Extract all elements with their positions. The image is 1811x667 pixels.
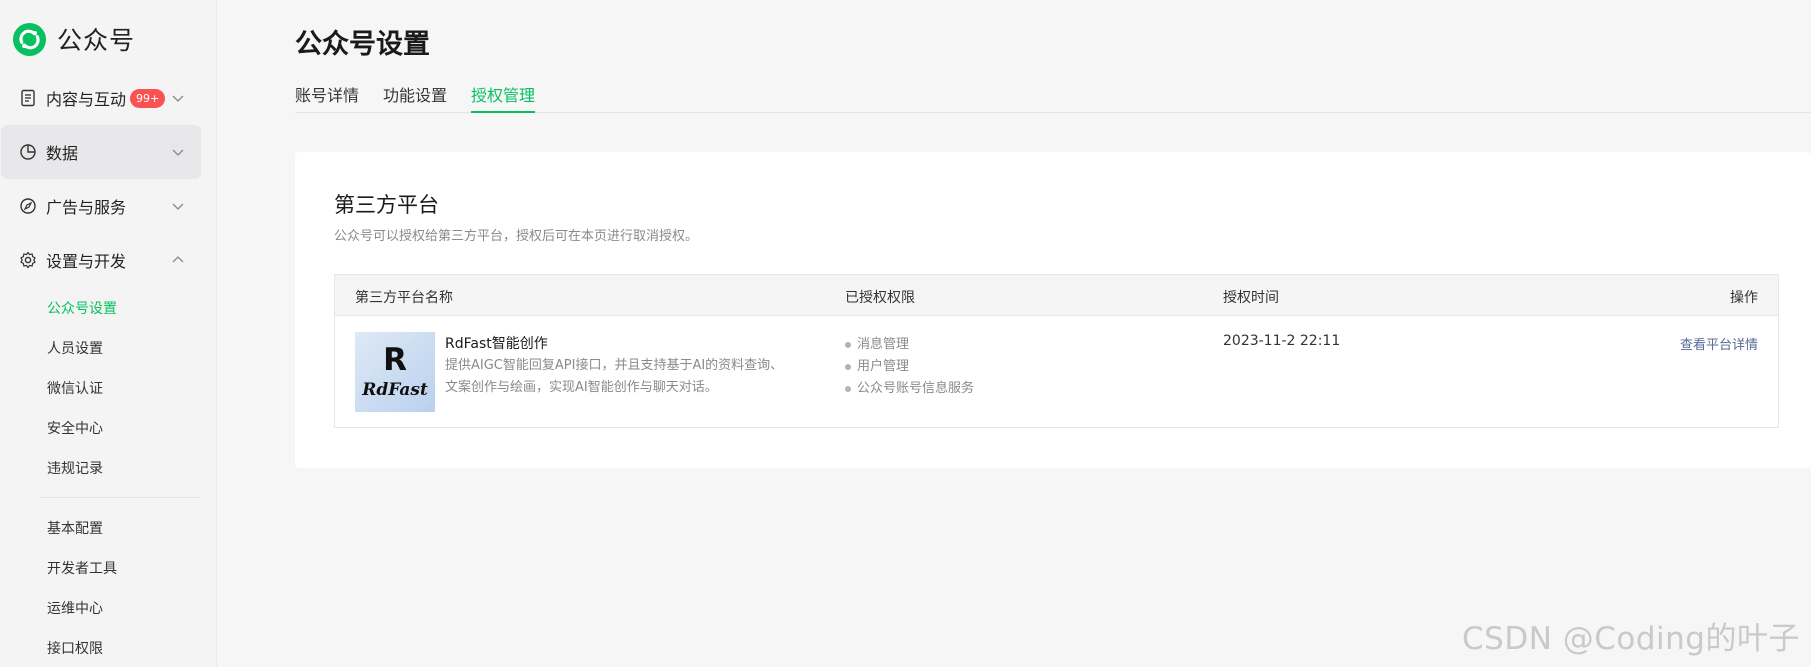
permission-label: 消息管理 bbox=[857, 337, 910, 352]
permission-item: 公众号账号信息服务 bbox=[845, 377, 974, 396]
watermark: CSDN @Coding的叶子 bbox=[1462, 621, 1800, 657]
bullet-icon bbox=[845, 385, 851, 392]
sidebar-item-label: 内容与互动 bbox=[46, 90, 127, 109]
permission-label: 公众号账号信息服务 bbox=[857, 381, 975, 396]
sidebar-item-ads[interactable]: 广告与服务 bbox=[1, 179, 201, 233]
sidebar-sub-member-settings[interactable]: 人员设置 bbox=[47, 338, 103, 358]
platform-logo: R RdFast bbox=[355, 332, 435, 412]
permission-label: 用户管理 bbox=[857, 359, 910, 374]
sidebar-item-content[interactable]: 内容与互动 99+ bbox=[1, 71, 201, 125]
tab-account-details[interactable]: 账号详情 bbox=[295, 82, 359, 113]
column-header-time: 授权时间 bbox=[1223, 290, 1279, 306]
sidebar-item-label: 广告与服务 bbox=[46, 198, 127, 217]
bullet-icon bbox=[845, 363, 851, 370]
sidebar-sub-wechat-verify[interactable]: 微信认证 bbox=[47, 378, 103, 398]
platform-logo-wordmark: RdFast bbox=[362, 379, 428, 400]
permission-item: 用户管理 bbox=[845, 355, 909, 374]
sidebar-sub-ops-center[interactable]: 运维中心 bbox=[47, 598, 103, 618]
tab-authorization-management[interactable]: 授权管理 bbox=[471, 82, 536, 113]
sidebar-sub-security-center[interactable]: 安全中心 bbox=[47, 418, 103, 438]
chevron-down-icon bbox=[172, 95, 184, 102]
unread-badge: 99+ bbox=[130, 88, 166, 108]
sidebar-sub-violation-records[interactable]: 违规记录 bbox=[47, 458, 103, 478]
authorization-table: 第三方平台名称 已授权权限 授权时间 操作 R RdFast RdFast智能创… bbox=[334, 274, 1779, 428]
sidebar-item-label: 设置与开发 bbox=[46, 252, 127, 271]
compass-icon bbox=[18, 196, 38, 216]
authorization-time: 2023-11-2 22:11 bbox=[1223, 333, 1341, 349]
sidebar-item-data[interactable]: 数据 bbox=[1, 125, 201, 179]
bullet-icon bbox=[845, 341, 851, 348]
platform-description: 提供AIGC智能回复API接口，并且支持基于AI的资料查询、文案创作与绘画，实现… bbox=[445, 358, 784, 395]
third-party-card: 第三方平台 公众号可以授权给第三方平台，授权后可在本页进行取消授权。 第三方平台… bbox=[295, 152, 1811, 468]
section-description: 公众号可以授权给第三方平台，授权后可在本页进行取消授权。 bbox=[334, 229, 699, 244]
sidebar-sub-basic-config[interactable]: 基本配置 bbox=[47, 518, 103, 538]
sidebar: 公众号 内容与互动 99+ 数据 广告与服务 设置与开发 公众号设置 人员设置 … bbox=[0, 0, 217, 667]
chevron-up-icon bbox=[172, 256, 184, 263]
column-header-permissions: 已授权权限 bbox=[845, 290, 915, 306]
platform-logo-letter: R bbox=[383, 341, 407, 378]
table-header: 第三方平台名称 已授权权限 授权时间 操作 bbox=[335, 275, 1778, 316]
app-root: 公众号 内容与互动 99+ 数据 广告与服务 设置与开发 公众号设置 人员设置 … bbox=[0, 0, 1811, 667]
sidebar-divider bbox=[40, 497, 200, 498]
document-icon bbox=[18, 88, 38, 108]
chevron-down-icon bbox=[172, 203, 184, 210]
brand-name: 公众号 bbox=[57, 26, 136, 55]
view-platform-details-link[interactable]: 查看平台详情 bbox=[1680, 334, 1758, 353]
column-header-platform: 第三方平台名称 bbox=[355, 290, 453, 306]
permission-item: 消息管理 bbox=[845, 333, 909, 352]
brand[interactable]: 公众号 bbox=[12, 21, 135, 57]
gear-icon bbox=[18, 250, 38, 270]
sidebar-sub-account-settings[interactable]: 公众号设置 bbox=[47, 298, 117, 318]
sidebar-item-settings[interactable]: 设置与开发 bbox=[1, 233, 201, 287]
sidebar-sub-api-permissions[interactable]: 接口权限 bbox=[47, 638, 103, 658]
page-title: 公众号设置 bbox=[295, 29, 430, 60]
chevron-down-icon bbox=[172, 149, 184, 156]
platform-name: RdFast智能创作 bbox=[445, 336, 548, 352]
tab-bar: 账号详情 功能设置 授权管理 bbox=[295, 82, 1811, 113]
section-title: 第三方平台 bbox=[334, 193, 439, 217]
wechat-mp-logo-icon bbox=[12, 22, 47, 56]
sidebar-sub-dev-tools[interactable]: 开发者工具 bbox=[47, 558, 117, 578]
sidebar-item-label: 数据 bbox=[46, 144, 79, 163]
column-header-actions: 操作 bbox=[1730, 290, 1758, 306]
tab-feature-settings[interactable]: 功能设置 bbox=[383, 82, 447, 113]
pie-chart-icon bbox=[18, 142, 38, 162]
